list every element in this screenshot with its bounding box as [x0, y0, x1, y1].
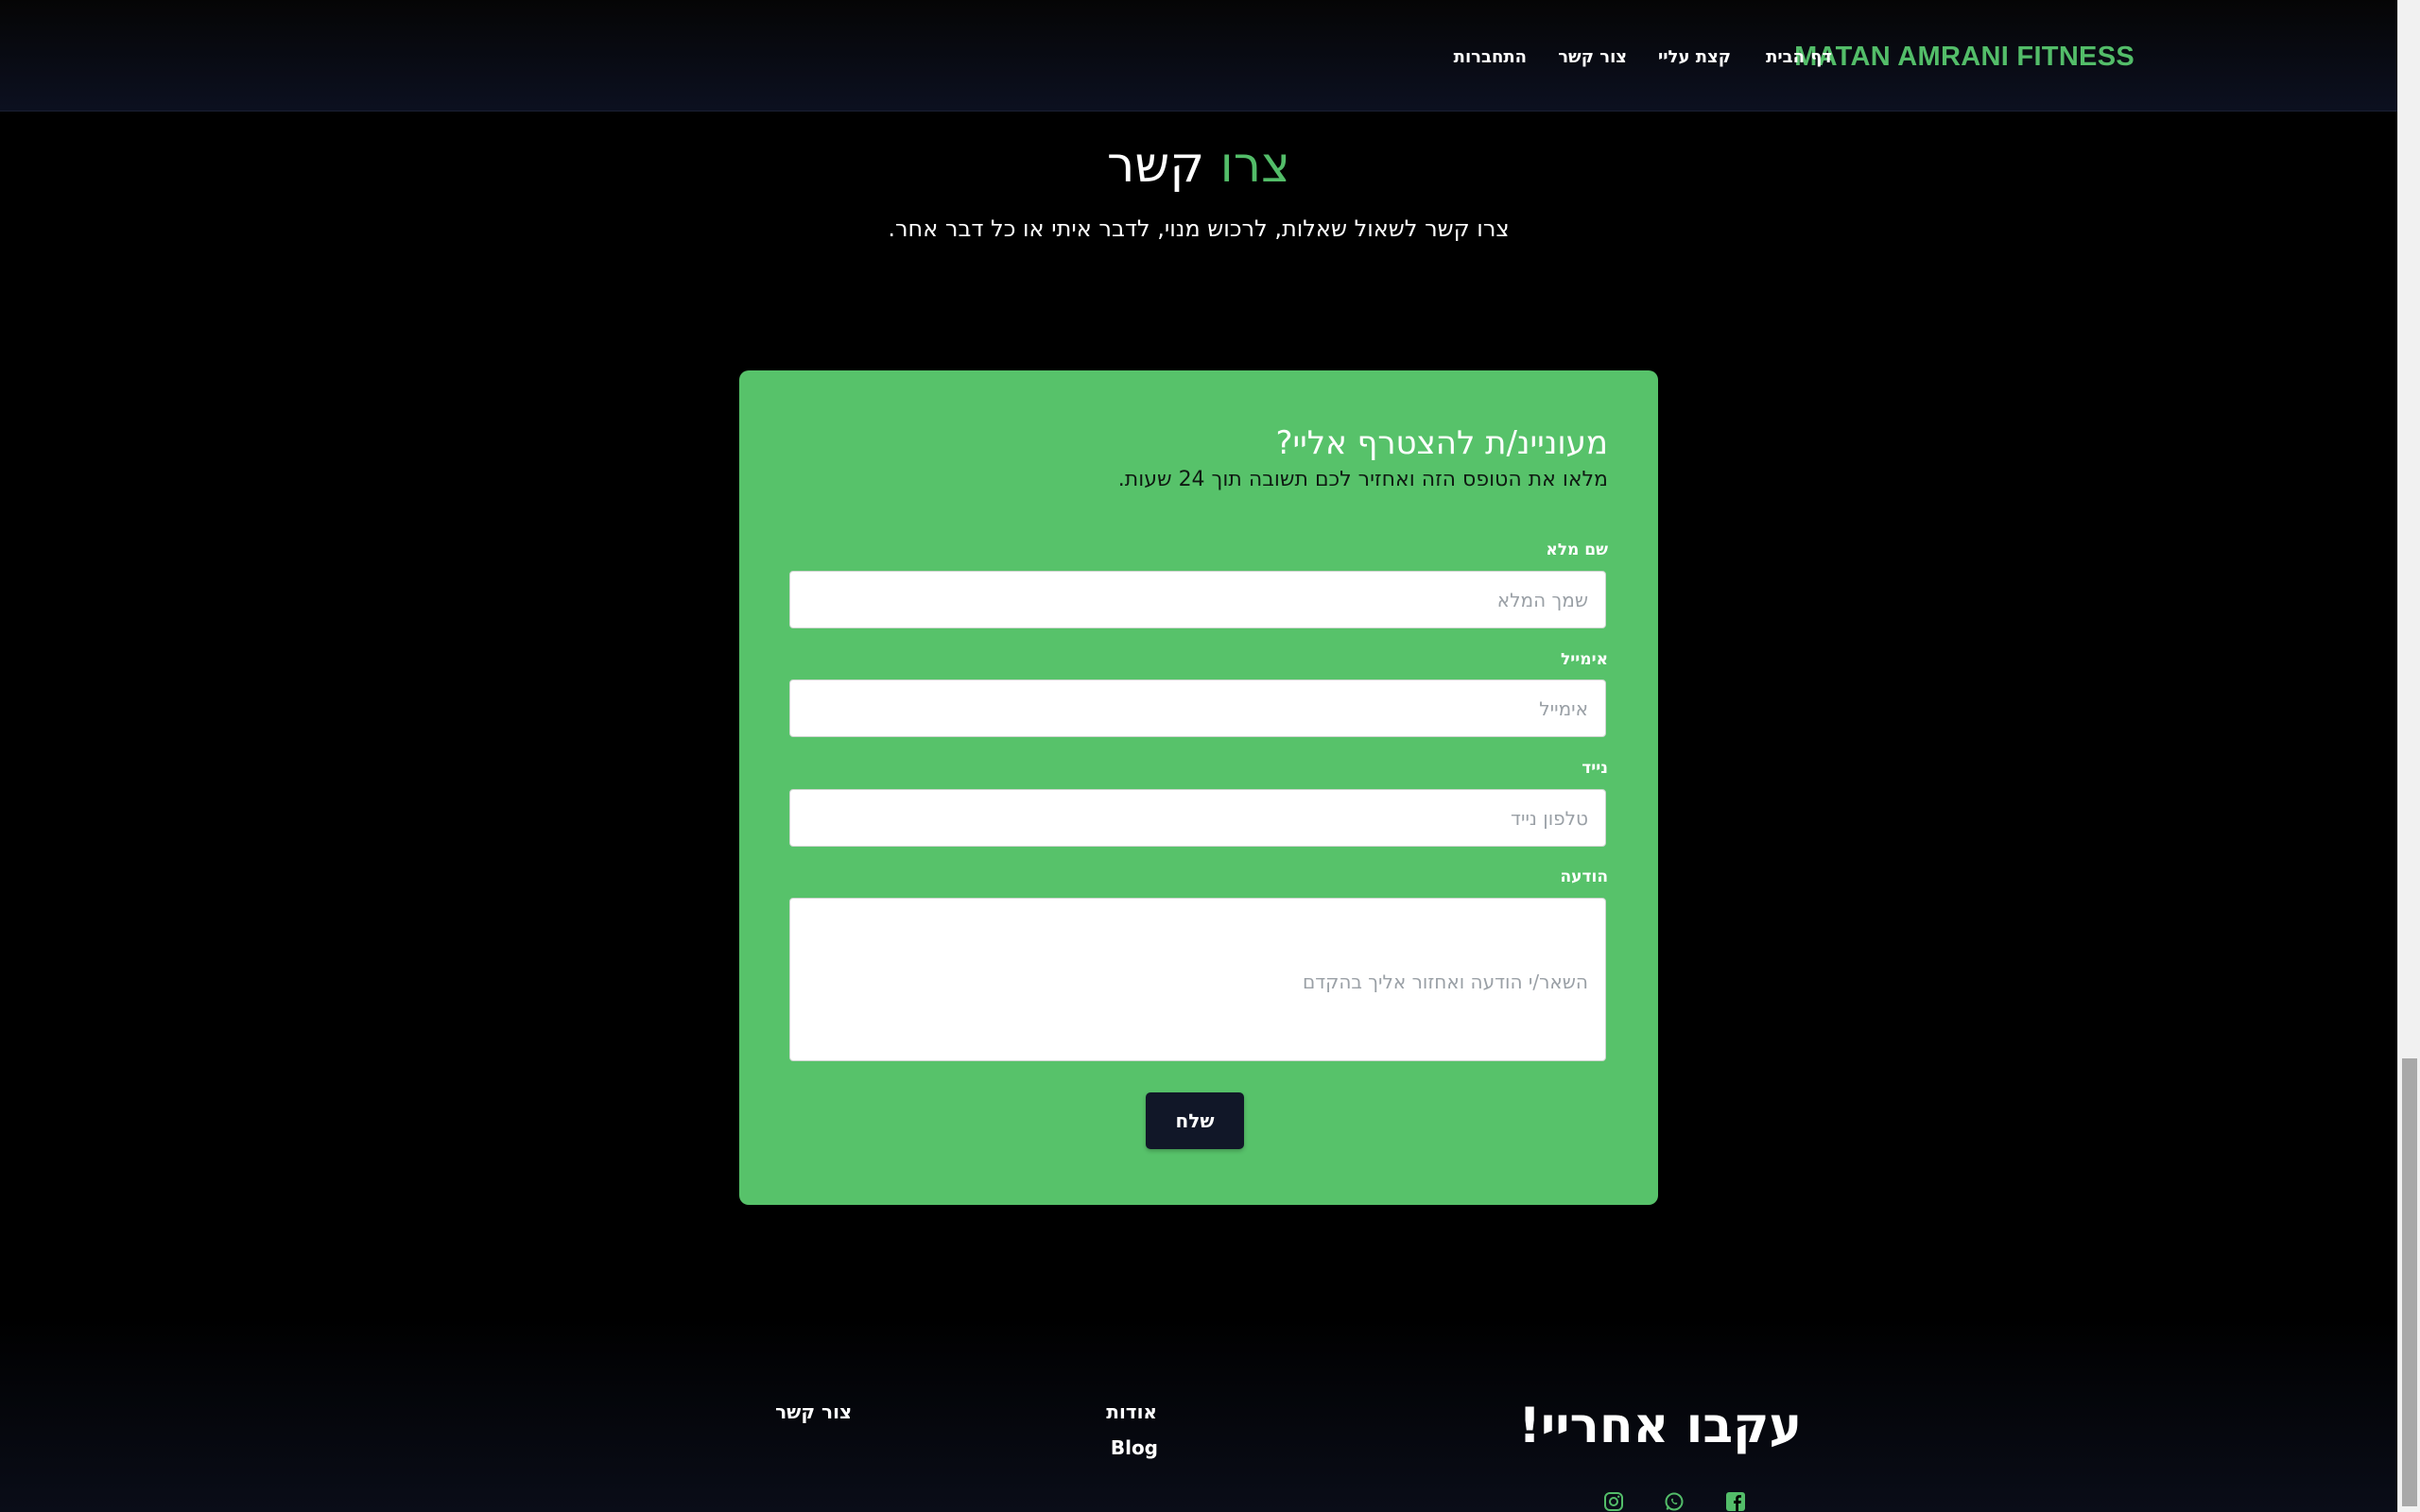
- message-textarea[interactable]: [789, 898, 1606, 1061]
- contact-form-card: מעוניינ/ת להצטרף אליי? מלאו את הטופס הזה…: [739, 370, 1658, 1205]
- footer-link-blog[interactable]: Blog: [1111, 1435, 1158, 1461]
- full-name-input[interactable]: [789, 571, 1606, 628]
- submit-button[interactable]: שלח: [1146, 1092, 1244, 1149]
- phone-input[interactable]: [789, 789, 1606, 847]
- facebook-icon[interactable]: [1725, 1491, 1746, 1512]
- nav-link-about[interactable]: קצת עליי: [1658, 43, 1731, 72]
- follow-me-title: עקבו אחריי!: [1518, 1398, 1802, 1454]
- top-navbar: MATAN AMRANI FITNESS דף הבית קצת עליי צו…: [0, 0, 2397, 112]
- page: MATAN AMRANI FITNESS דף הבית קצת עליי צו…: [0, 0, 2420, 1512]
- form-title: מעוניינ/ת להצטרף אליי?: [1275, 424, 1609, 462]
- contact-subtitle: צרו קשר לשאול שאלות, לרכוש מנוי, לדבר אי…: [888, 215, 1510, 242]
- email-input[interactable]: [789, 679, 1606, 737]
- nav-link-home[interactable]: דף הבית: [1766, 43, 1832, 72]
- email-label: אימייל: [1561, 650, 1608, 669]
- instagram-icon[interactable]: [1603, 1491, 1624, 1512]
- contact-title-rest: קשר: [1107, 137, 1205, 194]
- brand-logo[interactable]: MATAN AMRANI FITNESS: [1794, 38, 2135, 76]
- nav-link-login[interactable]: התחברות: [1454, 43, 1527, 72]
- phone-label: נייד: [1582, 759, 1608, 778]
- footer-link-contact[interactable]: צור קשר: [775, 1399, 852, 1425]
- whatsapp-icon[interactable]: [1664, 1491, 1685, 1512]
- contact-title: צרו קשר: [0, 134, 2397, 197]
- footer-link-about[interactable]: אודות: [1106, 1399, 1157, 1425]
- form-subtitle: מלאו את הטופס הזה ואחזיר לכם תשובה תוך 2…: [1117, 468, 1608, 491]
- footer: עקבו אחריי! אודות Blog צור קשר: [0, 1315, 2397, 1512]
- vertical-scrollbar[interactable]: [2397, 0, 2420, 1512]
- nav-link-contact[interactable]: צור קשר: [1558, 43, 1627, 72]
- message-label: הודעה: [1560, 868, 1608, 886]
- scrollbar-thumb[interactable]: [2402, 1058, 2417, 1506]
- full-name-label: שם מלא: [1546, 541, 1608, 559]
- contact-title-accent: צרו: [1219, 137, 1290, 194]
